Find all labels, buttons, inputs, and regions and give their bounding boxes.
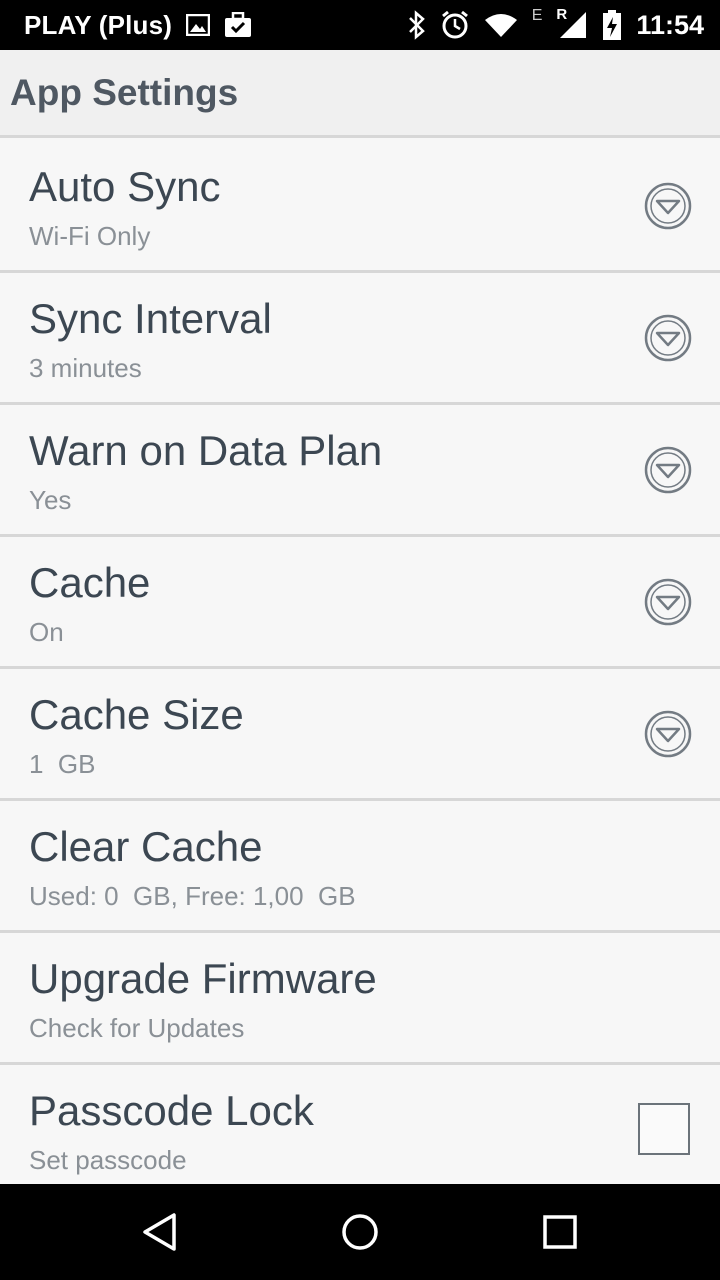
setting-title: Sync Interval (29, 295, 272, 342)
status-bar: PLAY (Plus) E R 11:54 (0, 0, 720, 50)
setting-title: Cache (29, 559, 151, 606)
setting-auto-sync[interactable]: Auto Sync Wi-Fi Only (0, 141, 720, 273)
app-header: App Settings (0, 50, 720, 138)
setting-value: Check for Updates (29, 1013, 245, 1043)
battery-icon (602, 9, 622, 41)
dropdown-arrow-icon[interactable] (644, 182, 692, 230)
signal-r-icon: R (556, 6, 588, 40)
setting-value: 3 minutes (29, 353, 142, 383)
clock: 11:54 (636, 9, 704, 40)
setting-value: Set passcode (29, 1145, 187, 1175)
network-e-label: E (531, 7, 543, 24)
setting-value: Used: 0 GB, Free: 1,00 GB (29, 881, 356, 911)
alarm-icon (440, 10, 470, 40)
dropdown-arrow-icon[interactable] (644, 578, 692, 626)
recents-icon[interactable] (540, 1212, 580, 1252)
setting-title: Warn on Data Plan (29, 427, 383, 474)
home-icon[interactable] (340, 1212, 380, 1252)
dropdown-arrow-icon[interactable] (644, 314, 692, 362)
setting-title: Cache Size (29, 691, 244, 738)
status-right: E R 11:54 (408, 6, 704, 41)
setting-passcode-lock[interactable]: Passcode Lock Set passcode (0, 1065, 720, 1184)
status-left: PLAY (Plus) (24, 10, 252, 41)
setting-sync-interval[interactable]: Sync Interval 3 minutes (0, 273, 720, 405)
navigation-bar (0, 1184, 720, 1280)
image-icon (186, 14, 211, 36)
back-icon[interactable] (140, 1212, 180, 1252)
setting-value: Yes (29, 485, 72, 515)
dropdown-arrow-icon[interactable] (644, 710, 692, 758)
setting-upgrade-firmware[interactable]: Upgrade Firmware Check for Updates (0, 933, 720, 1065)
setting-title: Upgrade Firmware (29, 955, 377, 1002)
setting-cache[interactable]: Cache On (0, 537, 720, 669)
dropdown-arrow-icon[interactable] (644, 446, 692, 494)
carrier-name: PLAY (Plus) (24, 9, 173, 40)
setting-value: 1 GB (29, 749, 96, 779)
setting-title: Auto Sync (29, 163, 221, 210)
signal-e-icon: E (532, 7, 543, 34)
bluetooth-icon (408, 10, 426, 40)
settings-list: Auto Sync Wi-Fi Only Sync Interval 3 min… (0, 141, 720, 1184)
setting-title: Passcode Lock (29, 1087, 314, 1134)
setting-value: Wi-Fi Only (29, 221, 151, 251)
passcode-lock-checkbox[interactable] (638, 1103, 690, 1155)
network-r-label: R (556, 6, 568, 23)
setting-warn-on-data-plan[interactable]: Warn on Data Plan Yes (0, 405, 720, 537)
wifi-icon (484, 12, 518, 38)
setting-title: Clear Cache (29, 823, 263, 870)
setting-value: On (29, 617, 64, 647)
briefcase-check-icon (224, 12, 252, 38)
page-title: App Settings (10, 71, 239, 113)
setting-clear-cache[interactable]: Clear Cache Used: 0 GB, Free: 1,00 GB (0, 801, 720, 933)
setting-cache-size[interactable]: Cache Size 1 GB (0, 669, 720, 801)
